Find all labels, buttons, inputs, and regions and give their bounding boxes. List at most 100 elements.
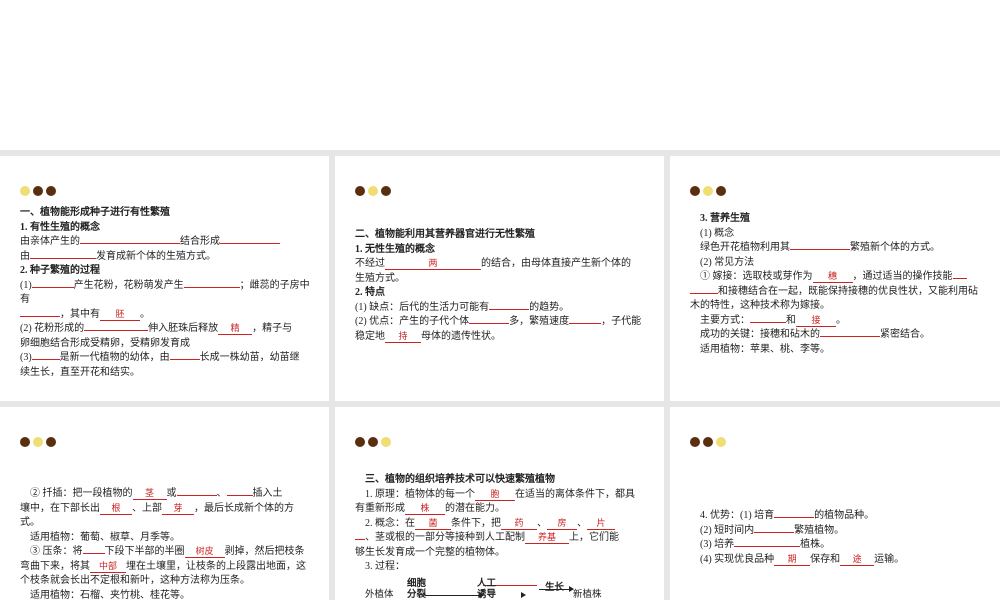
text-segment: 的植物品种。 xyxy=(814,510,875,521)
answer-hint: 株 xyxy=(420,503,430,513)
answer-hint: 胞 xyxy=(490,488,500,499)
dots-decoration xyxy=(690,186,729,196)
answer-hint: 养基 xyxy=(537,532,556,542)
section-title: 二、植物能利用其营养器官进行无性繁殖 xyxy=(355,229,535,240)
blank-field: 穗 xyxy=(812,271,853,283)
blank-field: 持 xyxy=(385,331,421,343)
text-segment: (1) xyxy=(20,279,32,291)
blank-field xyxy=(469,323,510,324)
diagram-label: 诱导 xyxy=(477,589,497,600)
answer-hint: 持 xyxy=(398,330,408,341)
text-segment: ，精子与 xyxy=(252,323,293,334)
text-segment: (2) 花粉形成的 xyxy=(20,323,85,334)
dot-icon xyxy=(20,186,30,196)
answer-hint: 两 xyxy=(428,258,438,268)
text-segment: 下段下半部的半圈 xyxy=(104,546,185,557)
dot-icon xyxy=(703,186,713,196)
text-line: ③ 压条：将 下段下半部的半圈 树皮 剥掉，然后把枝条 xyxy=(20,545,315,560)
text-segment: 在适当的离体条件下，都具 xyxy=(515,488,635,500)
text-line: 3. 过程： xyxy=(365,561,405,572)
blank-field: 两 xyxy=(385,258,481,270)
arrow-icon xyxy=(425,591,484,598)
text-line: 生殖方式。 xyxy=(355,272,405,284)
blank-field xyxy=(952,278,967,279)
blank-field xyxy=(84,330,149,331)
answer-hint: 药 xyxy=(514,517,524,528)
blank-field: 芽 xyxy=(162,503,194,515)
text-line: 和接穗结合在一起，既能保持接穗的优良性状，又能利用砧 xyxy=(690,285,986,300)
text-segment: 4. 优势：(1) 培育 xyxy=(700,510,775,521)
text-segment: ② 扦插：把一段植物的 xyxy=(30,488,133,499)
slide-card-vegetative-propagation[interactable]: 3. 营养生殖 (1) 概念 绿色开花植物利用其 繁殖新个体的方式。 (2) 常见… xyxy=(670,156,1000,401)
text-segment: 不经过 xyxy=(355,258,385,269)
answer-hint: 途 xyxy=(852,553,862,564)
blank-field xyxy=(690,292,718,294)
text-segment: ，子代能 xyxy=(601,316,642,327)
text-segment: 母体的遗传性状。 xyxy=(421,330,501,342)
blank-field xyxy=(31,359,60,360)
text-segment: (3) 培养 xyxy=(700,539,735,550)
text-segment: 2. 概念：在 xyxy=(365,517,415,529)
blank-field: 株 xyxy=(405,503,445,515)
dots-decoration xyxy=(355,186,394,196)
text-line: 、茎或根的一部分等接种到人工配制 养基 上，它们能 xyxy=(355,531,650,546)
answer-hint: 菌 xyxy=(428,517,438,528)
answer-hint: 房 xyxy=(557,517,567,528)
text-segment: 有重新形成 xyxy=(355,503,405,514)
text-segment: 埋在土壤里，让枝条的上段露出地面，这 xyxy=(126,560,306,572)
text-segment: 的结合，由母体直接产生新个体的 xyxy=(481,258,631,269)
text-segment: ① 嫁接：选取枝或芽作为 xyxy=(700,271,813,282)
slide-card-cutting-layering[interactable]: ② 扦插：把一段植物的 茎 或 、 插入土 壤中，在下部长出根、上部芽 ，最后长成新个体的… xyxy=(0,407,329,600)
blank-field xyxy=(489,308,530,310)
text-segment: 、 xyxy=(537,517,547,529)
blank-field: 期 xyxy=(774,554,811,566)
text-line: (1) 概念 xyxy=(700,227,735,239)
text-segment: 。 xyxy=(836,314,846,326)
text-segment: 长成一株幼苗，幼苗继 xyxy=(199,352,300,363)
text-segment: (1) 缺点：后代的生活力可能有 xyxy=(355,301,490,313)
text-line: 2. 概念：在菌条件下，把药、房、片 xyxy=(365,517,650,532)
text-line: 适用植物：石榴、夹竹桃、桂花等。 xyxy=(30,589,190,600)
text-segment: 植株。 xyxy=(800,539,831,550)
dot-icon xyxy=(33,437,43,447)
text-segment: 由亲体产生的 xyxy=(20,236,80,247)
text-segment: ，通过适当的操作技能 xyxy=(852,271,953,282)
text-segment: (3) xyxy=(20,352,32,363)
blank-field xyxy=(774,517,815,518)
text-segment: 、 xyxy=(216,488,227,499)
blank-field xyxy=(790,249,850,250)
process-diagram: 细胞 分裂 外植体 人工 诱导 生长 新植株 xyxy=(365,577,650,600)
blank-field: 茎 xyxy=(132,488,167,500)
text-line: 壤中，在下部长出根、上部芽 ，最后长成新个体的方 xyxy=(20,502,315,517)
dot-icon xyxy=(381,437,391,447)
text-segment: 的潜在能力。 xyxy=(445,503,505,514)
text-line: ① 嫁接：选取枝或芽作为 穗 ，通过适当的操作技能 xyxy=(700,270,986,285)
arrow-icon xyxy=(539,585,574,592)
blank-field xyxy=(183,286,240,288)
text-segment: (2) 短时间内 xyxy=(700,524,755,536)
text-line: 式。 xyxy=(20,517,40,528)
text-line: ，其中有 胚 。 xyxy=(20,308,315,323)
slide-card-tissue-culture[interactable]: 三、植物的组织培养技术可以快速繁殖植物 1. 原理：植物体的每一个 胞 在适当的离体… xyxy=(335,407,664,600)
slide-card-asexual-reproduction[interactable]: 二、植物能利用其营养器官进行无性繁殖 1. 无性生殖的概念 不经过 两 的结合，由母… xyxy=(335,156,664,401)
dot-icon xyxy=(355,437,365,447)
text-line: 稳定地 持 母体的遗传性状。 xyxy=(355,330,650,345)
dots-decoration xyxy=(690,437,729,447)
diagram-label: 分裂 xyxy=(407,589,427,600)
slide-card-sexual-reproduction[interactable]: 一、植物能形成种子进行有性繁殖 1. 有性生殖的概念 由亲体产生的 结合形成 由 发… xyxy=(0,156,329,401)
card-content: 4. 优势：(1) 培育 的植物品种。 (2) 短时间内 繁殖植物。 (3) 培养 植… xyxy=(700,509,986,567)
dot-icon xyxy=(20,437,30,447)
text-line: (3) 是新一代植物的幼体，由 长成一株幼苗，幼苗继 xyxy=(20,351,315,366)
blank-field xyxy=(220,243,280,244)
text-segment: ，最后长成新个体的方 xyxy=(194,502,294,514)
text-segment: 由 xyxy=(20,250,30,262)
answer-hint: 芽 xyxy=(173,502,183,513)
text-segment: 产生花粉，花粉萌发产生 xyxy=(73,279,184,291)
text-segment: 1. 原理：植物体的每一个 xyxy=(365,488,475,500)
blank-field: 途 xyxy=(840,553,875,566)
section-title: 三、植物的组织培养技术可以快速繁殖植物 xyxy=(365,474,555,485)
blank-field xyxy=(750,321,786,323)
text-segment: 或 xyxy=(166,488,177,499)
text-line: (1) 产生花粉，花粉萌发产生 ；雌蕊的子房中有 xyxy=(20,279,315,308)
slide-card-advantages[interactable]: 4. 优势：(1) 培育 的植物品种。 (2) 短时间内 繁殖植物。 (3) 培养 植… xyxy=(670,407,1000,600)
